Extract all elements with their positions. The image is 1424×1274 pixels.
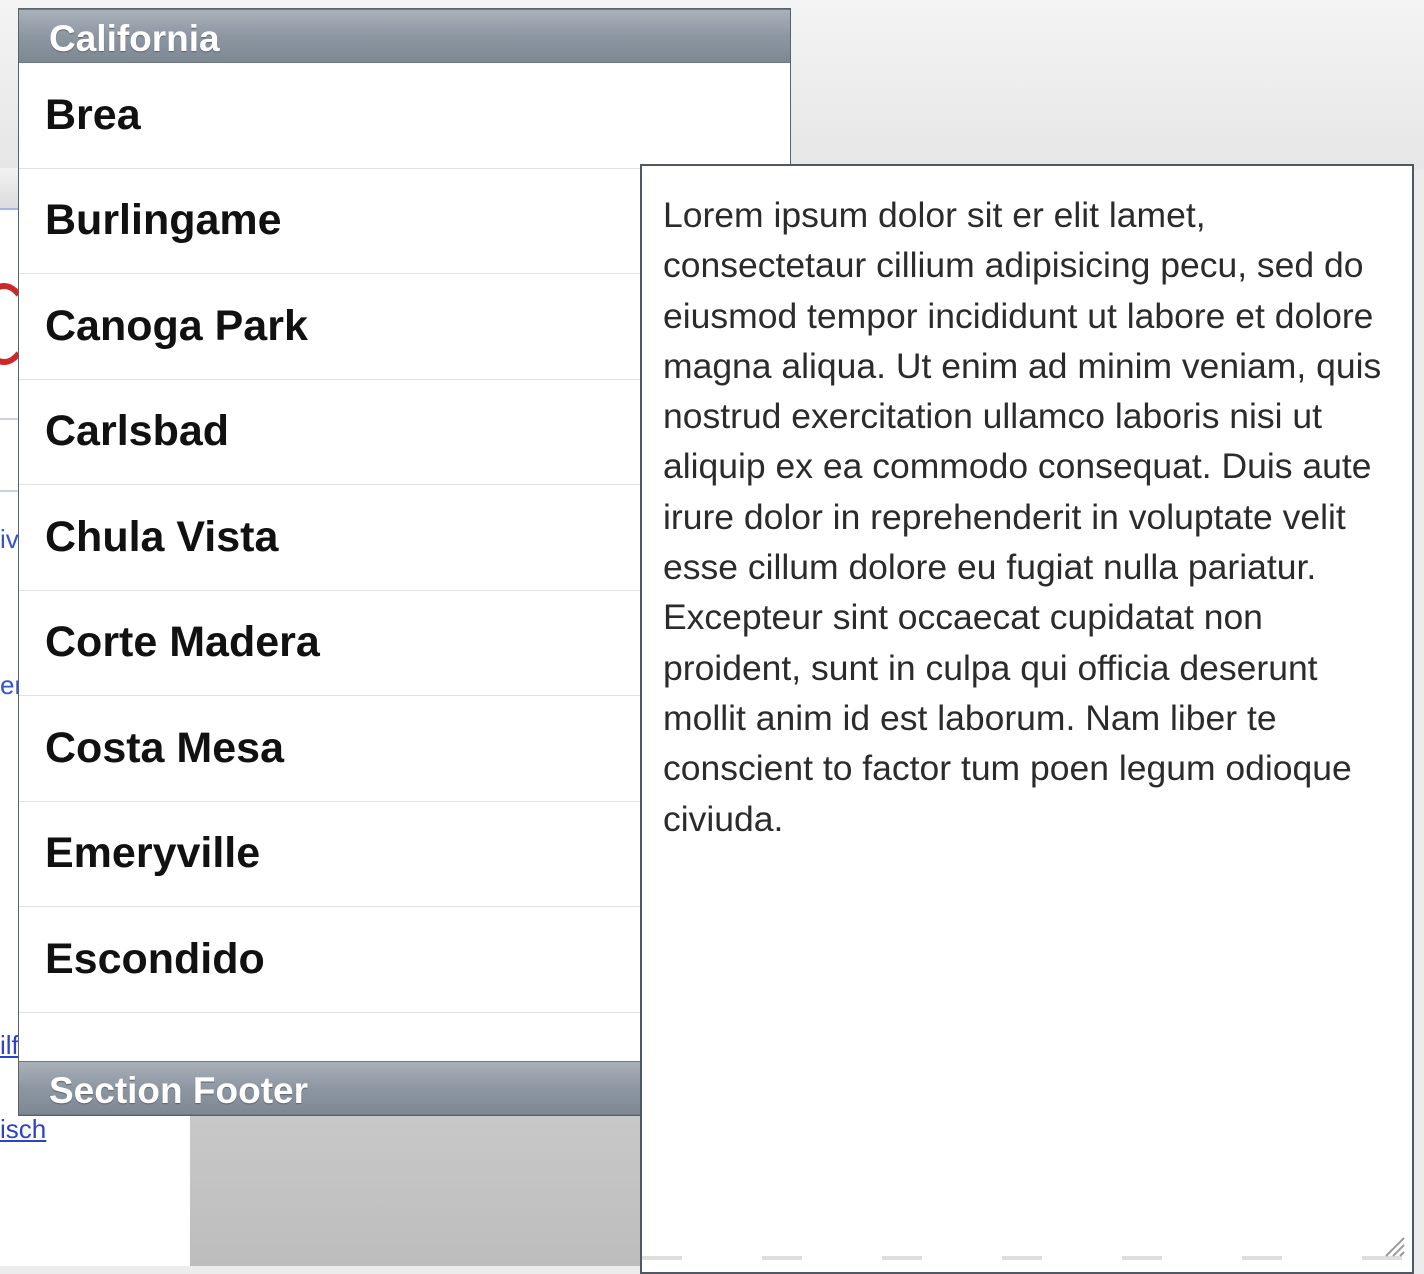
background-link-fragment[interactable]: ilf bbox=[0, 1030, 19, 1061]
text-view-bottom-edge bbox=[642, 1256, 1412, 1260]
table-row[interactable]: Brea bbox=[19, 63, 790, 169]
row-label: Chula Vista bbox=[45, 512, 279, 561]
section-header: California bbox=[19, 9, 790, 63]
row-label: Emeryville bbox=[45, 829, 261, 878]
row-label: Costa Mesa bbox=[45, 723, 284, 772]
background-text-fragment: iv bbox=[0, 524, 19, 554]
background-gray-area bbox=[190, 1116, 650, 1266]
row-label: Burlingame bbox=[45, 196, 282, 245]
resize-grip-icon[interactable] bbox=[1380, 1232, 1406, 1258]
background-link-fragment[interactable]: isch bbox=[0, 1114, 46, 1145]
row-label: Escondido bbox=[45, 934, 265, 983]
section-header-title: California bbox=[49, 18, 220, 59]
row-label: Carlsbad bbox=[45, 407, 230, 456]
text-view[interactable]: Lorem ipsum dolor sit er elit lamet, con… bbox=[640, 164, 1414, 1274]
section-footer-title: Section Footer bbox=[49, 1070, 309, 1111]
row-label: Brea bbox=[45, 90, 141, 139]
row-label: Canoga Park bbox=[45, 301, 308, 350]
row-label: Corte Madera bbox=[45, 618, 320, 667]
text-view-content[interactable]: Lorem ipsum dolor sit er elit lamet, con… bbox=[663, 190, 1393, 844]
